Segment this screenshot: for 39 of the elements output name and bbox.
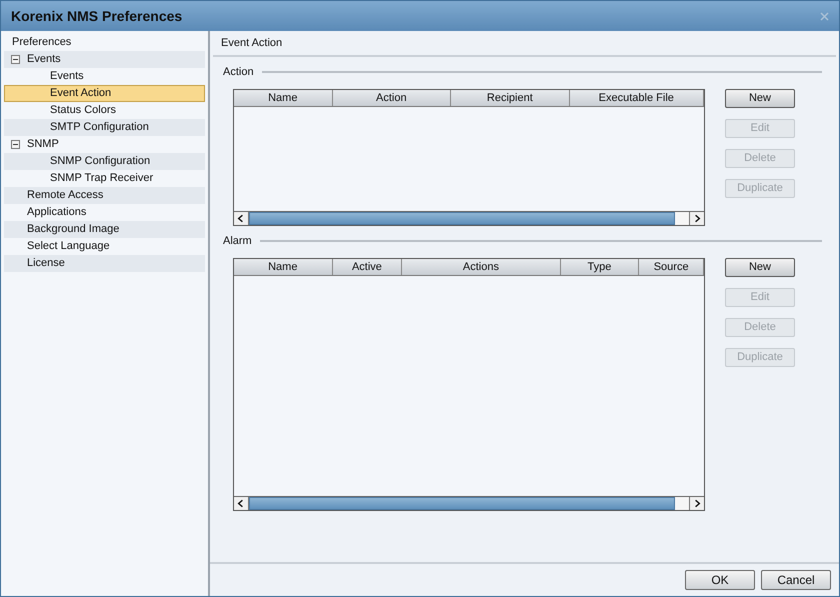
column-header[interactable]: Recipient	[451, 90, 570, 106]
column-header[interactable]: Action	[332, 90, 452, 106]
section-label: Action	[223, 64, 254, 80]
tree-item[interactable]: Status Colors	[4, 102, 205, 119]
column-header[interactable]: Name	[234, 259, 333, 275]
scrollbar-thumb[interactable]	[249, 497, 675, 510]
tree-item[interactable]: License	[4, 255, 205, 272]
scroll-right-icon[interactable]	[689, 212, 704, 225]
scroll-right-icon[interactable]	[689, 497, 704, 510]
collapse-icon[interactable]	[10, 140, 20, 149]
dialog-button[interactable]: OK	[685, 570, 755, 590]
column-header[interactable]: Name	[234, 90, 333, 106]
scroll-left-icon[interactable]	[234, 212, 249, 225]
tree-item[interactable]: SNMP Configuration	[4, 153, 205, 170]
action-button[interactable]: New	[725, 258, 795, 277]
action-button[interactable]: New	[725, 89, 795, 108]
scroll-left-icon[interactable]	[234, 497, 249, 510]
dialog-button[interactable]: Cancel	[761, 570, 831, 590]
section-label: Alarm	[223, 234, 252, 249]
column-header[interactable]: Source	[639, 259, 704, 275]
tree-item[interactable]: SNMP	[4, 136, 205, 153]
tree-item[interactable]: Remote Access	[4, 187, 205, 204]
column-header[interactable]: Type	[560, 259, 640, 275]
column-header[interactable]: Executable File	[570, 90, 704, 106]
column-header[interactable]: Actions	[402, 259, 561, 275]
collapse-icon[interactable]	[10, 55, 20, 64]
tree-root-label: Preferences	[11, 35, 72, 50]
tree-item[interactable]: SNMP Trap Receiver	[4, 170, 205, 187]
tree-item[interactable]: Select Language	[4, 238, 205, 255]
tree-item[interactable]: Applications	[4, 204, 205, 221]
column-header[interactable]: Active	[332, 259, 402, 275]
scrollbar-thumb[interactable]	[249, 212, 675, 225]
tree-item[interactable]: Background Image	[4, 221, 205, 238]
tree-item[interactable]: SMTP Configuration	[4, 119, 205, 136]
tree-item[interactable]: Events	[4, 51, 205, 68]
window-title: Korenix NMS Preferences	[11, 6, 182, 26]
tree-item[interactable]: Event Action	[4, 85, 205, 102]
panel-title: Event Action	[221, 36, 282, 51]
tree-item[interactable]: Events	[4, 68, 205, 85]
